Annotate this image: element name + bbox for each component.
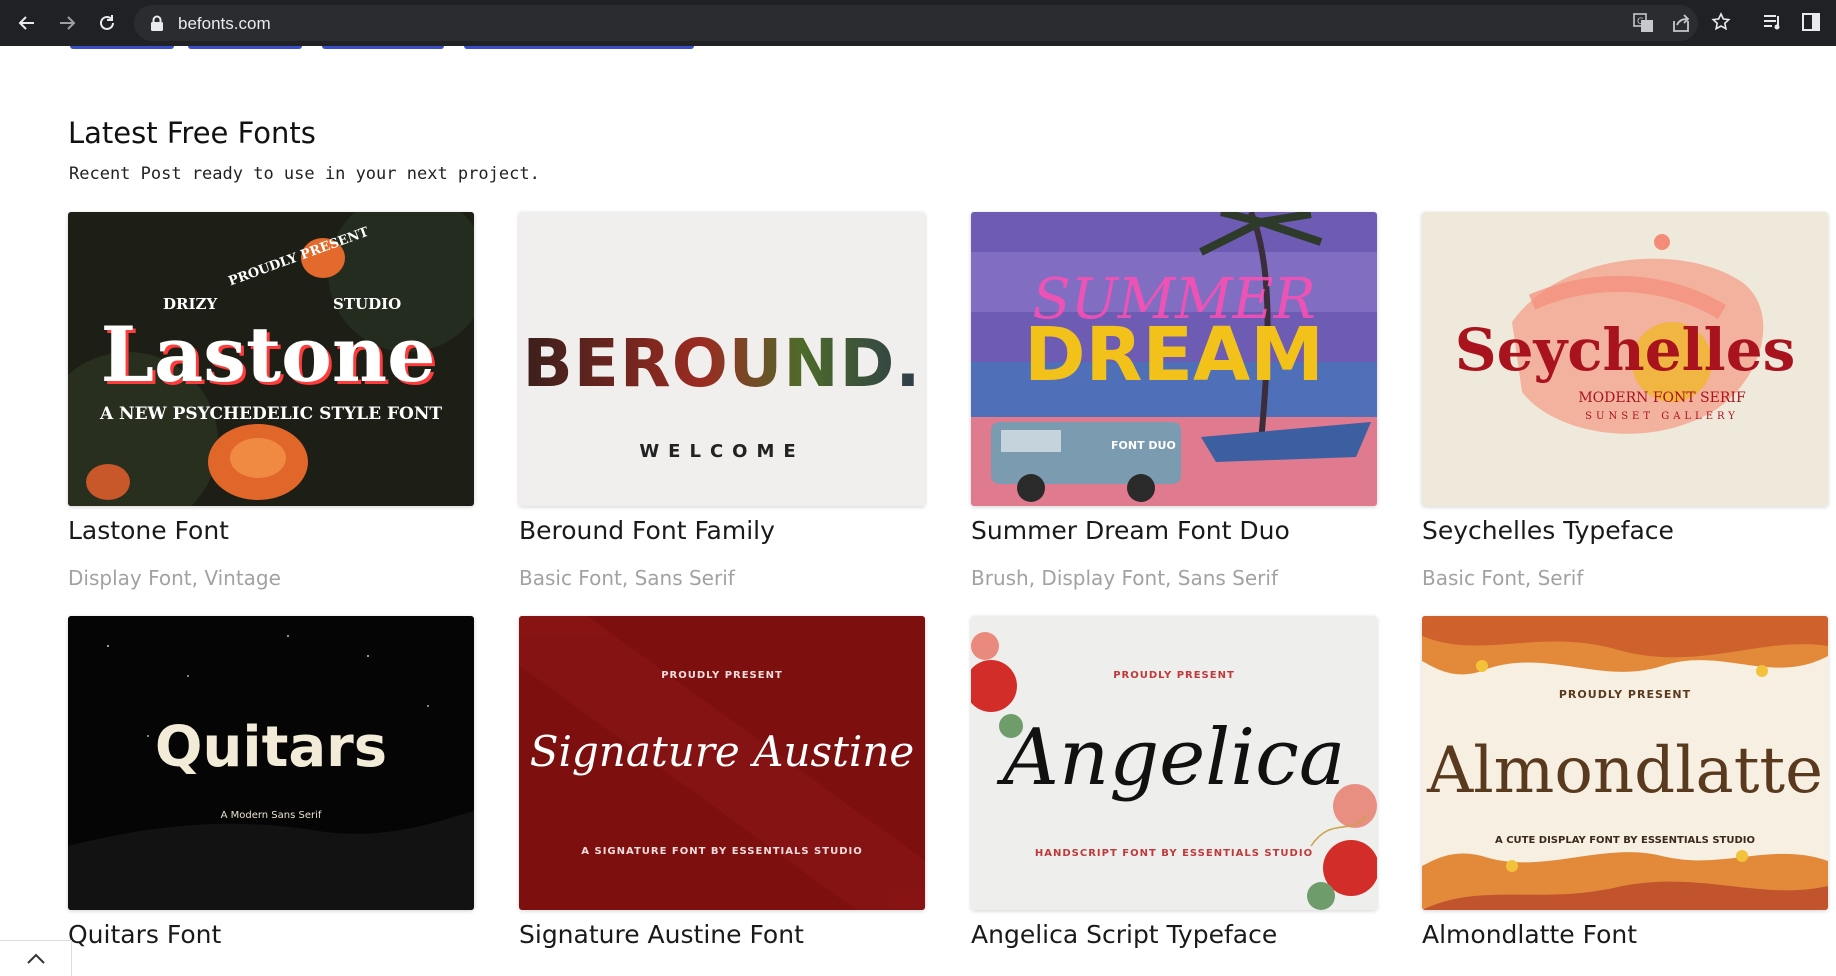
art-text: Signature Austine: [530, 727, 915, 776]
reload-icon: [100, 15, 114, 30]
font-thumbnail[interactable]: DRIZY STUDIO PROUDLY PRESENT Lastone Las…: [68, 212, 474, 506]
font-categories[interactable]: Basic Font, Serif: [1422, 566, 1583, 590]
art-text: Almondlatte: [1426, 734, 1823, 808]
reading-list-icon: [1764, 15, 1780, 30]
font-thumbnail[interactable]: PROUDLY PRESENT Signature Austine A SIGN…: [519, 616, 925, 910]
forward-button[interactable]: [50, 7, 84, 39]
font-card[interactable]: DRIZY STUDIO PROUDLY PRESENT Lastone Las…: [68, 212, 474, 590]
reload-button[interactable]: [90, 7, 124, 39]
url-text: befonts.com: [178, 14, 271, 33]
art-text: A SIGNATURE FONT BY ESSENTIALS STUDIO: [581, 846, 862, 857]
share-button[interactable]: [1670, 12, 1694, 34]
font-card[interactable]: PROUDLY PRESENT Signature Austine A SIGN…: [519, 616, 925, 949]
tag-pill[interactable]: [70, 46, 174, 49]
lastone-preview-image: DRIZY STUDIO PROUDLY PRESENT Lastone Las…: [68, 212, 474, 506]
beround-preview-image: BEROUND. WELCOME: [519, 212, 925, 506]
signature-austine-preview-image: PROUDLY PRESENT Signature Austine A SIGN…: [519, 616, 925, 910]
svg-text:G: G: [1637, 17, 1644, 27]
font-categories[interactable]: Brush, Display Font, Sans Serif: [971, 566, 1278, 590]
art-text: MODERN FONT SERIF: [1578, 390, 1746, 406]
browser-toolbar: befonts.com G: [0, 0, 1836, 46]
font-thumbnail[interactable]: PROUDLY PRESENT Angelica HANDSCRIPT FONT…: [971, 616, 1377, 910]
font-title-link[interactable]: Seychelles Typeface: [1422, 516, 1674, 545]
section-title: Latest Free Fonts: [68, 116, 316, 150]
font-thumbnail[interactable]: Quitars A Modern Sans Serif: [68, 616, 474, 910]
side-panel-icon: [1802, 13, 1820, 31]
chevron-up-icon: [26, 953, 45, 964]
translate-icon: G: [1633, 13, 1653, 32]
font-card[interactable]: SUMMER DREAM FONT DUO Summer Dream Font …: [971, 212, 1377, 590]
art-text: PROUDLY PRESENT: [661, 670, 783, 681]
font-title-link[interactable]: Beround Font Family: [519, 516, 775, 545]
font-card[interactable]: Quitars A Modern Sans Serif Quitars Font: [68, 616, 474, 949]
arrow-left-icon: [18, 16, 34, 30]
font-card[interactable]: BEROUND. WELCOME Beround Font Family Bas…: [519, 212, 925, 590]
arrow-right-icon: [60, 16, 76, 30]
art-text: PROUDLY PRESENT: [1113, 670, 1235, 681]
art-text: Lastone: [101, 310, 436, 399]
font-card[interactable]: PROUDLY PRESENT Almondlatte A CUTE DISPL…: [1422, 616, 1828, 949]
reading-list-button[interactable]: [1760, 9, 1786, 35]
art-text: A CUTE DISPLAY FONT BY ESSENTIALS STUDIO: [1495, 835, 1755, 846]
art-text: FONT DUO: [1111, 439, 1176, 452]
lock-icon: [151, 15, 163, 31]
font-thumbnail[interactable]: PROUDLY PRESENT Almondlatte A CUTE DISPL…: [1422, 616, 1828, 910]
font-thumbnail[interactable]: BEROUND. WELCOME: [519, 212, 925, 506]
almondlatte-preview-image: PROUDLY PRESENT Almondlatte A CUTE DISPL…: [1422, 616, 1828, 910]
angelica-preview-image: PROUDLY PRESENT Angelica HANDSCRIPT FONT…: [971, 616, 1377, 910]
translate-button[interactable]: G: [1632, 12, 1656, 34]
tag-pill[interactable]: [464, 46, 694, 49]
bookmark-button[interactable]: [1708, 9, 1734, 35]
art-text: A NEW PSYCHEDELIC STYLE FONT: [99, 404, 442, 424]
seychelles-preview-image: Seychelles MODERN FONT SERIF SUNSET GALL…: [1422, 212, 1828, 506]
art-text: Quitars: [155, 715, 387, 780]
summer-dream-preview-image: SUMMER DREAM FONT DUO: [971, 212, 1377, 506]
share-icon: [1673, 14, 1690, 32]
address-bar[interactable]: befonts.com G: [134, 5, 1698, 41]
art-text: Seychelles: [1455, 316, 1796, 384]
back-button[interactable]: [10, 7, 44, 39]
font-title-link[interactable]: Angelica Script Typeface: [971, 920, 1277, 949]
font-title-link[interactable]: Almondlatte Font: [1422, 920, 1637, 949]
art-text: Angelica: [997, 713, 1346, 803]
art-text: HANDSCRIPT FONT BY ESSENTIALS STUDIO: [1035, 848, 1313, 859]
font-categories[interactable]: Basic Font, Sans Serif: [519, 566, 735, 590]
art-text: WELCOME: [639, 441, 804, 462]
art-text: A Modern Sans Serif: [221, 810, 322, 821]
section-subtitle: Recent Post ready to use in your next pr…: [69, 164, 540, 184]
font-title-link[interactable]: Quitars Font: [68, 920, 221, 949]
font-title-link[interactable]: Summer Dream Font Duo: [971, 516, 1290, 545]
scroll-to-top-button[interactable]: [0, 940, 72, 976]
font-card[interactable]: Seychelles MODERN FONT SERIF SUNSET GALL…: [1422, 212, 1828, 590]
font-categories[interactable]: Display Font, Vintage: [68, 566, 281, 590]
art-text: PROUDLY PRESENT: [1559, 688, 1691, 701]
art-text: BEROUND.: [522, 325, 921, 402]
tag-pill[interactable]: [322, 46, 444, 49]
star-icon: [1711, 12, 1731, 31]
tag-pill[interactable]: [188, 46, 302, 49]
font-thumbnail[interactable]: SUMMER DREAM FONT DUO: [971, 212, 1377, 506]
art-text: DREAM: [1024, 312, 1324, 398]
quitars-preview-image: Quitars A Modern Sans Serif: [68, 616, 474, 910]
font-title-link[interactable]: Signature Austine Font: [519, 920, 804, 949]
font-card[interactable]: PROUDLY PRESENT Angelica HANDSCRIPT FONT…: [971, 616, 1377, 949]
font-title-link[interactable]: Lastone Font: [68, 516, 229, 545]
side-panel-button[interactable]: [1798, 9, 1824, 35]
font-thumbnail[interactable]: Seychelles MODERN FONT SERIF SUNSET GALL…: [1422, 212, 1828, 506]
art-text: SUNSET GALLERY: [1585, 411, 1739, 422]
